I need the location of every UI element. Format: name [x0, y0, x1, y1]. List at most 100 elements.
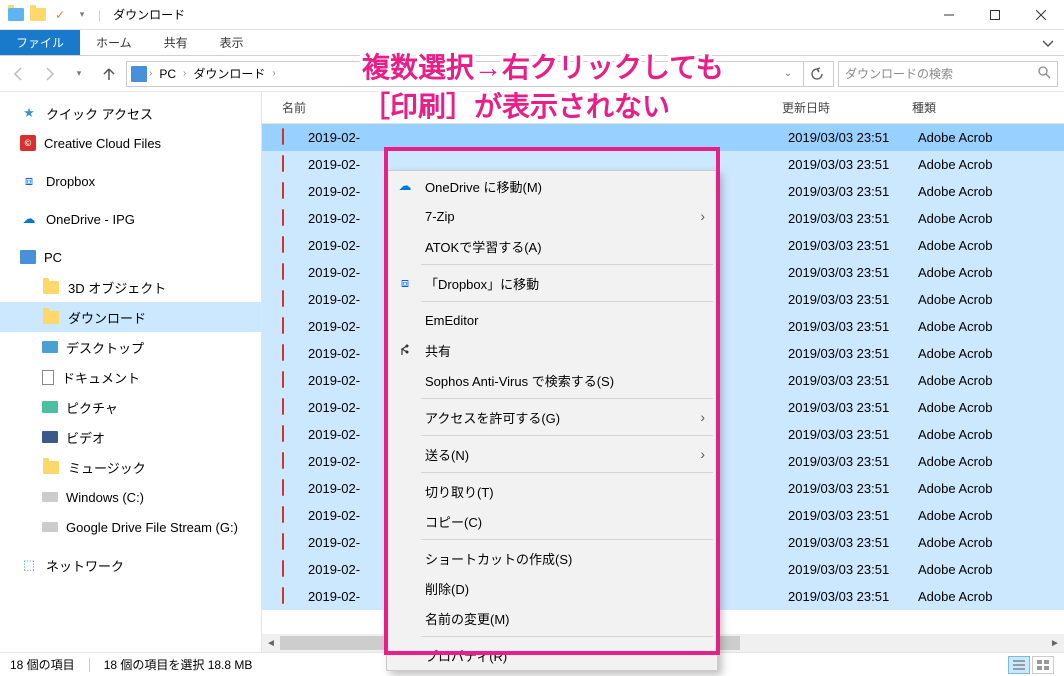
- window-title: ダウンロード: [107, 6, 185, 23]
- tab-view[interactable]: 表示: [204, 30, 260, 55]
- cm-7zip[interactable]: 7-Zip›: [387, 201, 717, 231]
- pdf-icon: [282, 318, 300, 336]
- file-date: 2019/03/03 23:51: [788, 130, 918, 145]
- sidebar-onedrive[interactable]: ☁OneDrive - IPG: [0, 204, 261, 234]
- pdf-icon: [282, 372, 300, 390]
- file-date: 2019/03/03 23:51: [788, 373, 918, 388]
- tab-share[interactable]: 共有: [148, 30, 204, 55]
- cm-cut[interactable]: 切り取り(T): [387, 476, 717, 506]
- recent-dropdown[interactable]: ▾: [66, 61, 92, 87]
- status-separator: [89, 658, 90, 672]
- file-date: 2019/03/03 23:51: [788, 238, 918, 253]
- sidebar-downloads[interactable]: ダウンロード: [0, 302, 261, 332]
- cm-access[interactable]: アクセスを許可する(G)›: [387, 402, 717, 432]
- context-menu: ☁OneDrive に移動(M) 7-Zip› ATOKで学習する(A) ⧈「D…: [386, 170, 718, 671]
- cm-properties[interactable]: プロパティ(R): [387, 640, 717, 670]
- pdf-icon: [282, 399, 300, 417]
- sidebar-creative-cloud[interactable]: ©Creative Cloud Files: [0, 128, 261, 158]
- file-date: 2019/03/03 23:51: [788, 319, 918, 334]
- sidebar-quick-access[interactable]: ★クイック アクセス: [0, 98, 261, 128]
- sidebar-videos[interactable]: ビデオ: [0, 422, 261, 452]
- cm-rename[interactable]: 名前の変更(M): [387, 603, 717, 633]
- address-bar[interactable]: › PC › ダウンロード › ⌄: [126, 61, 834, 87]
- file-type: Adobe Acrob: [918, 427, 1058, 442]
- file-type: Adobe Acrob: [918, 238, 1058, 253]
- sidebar-3d-objects[interactable]: 3D オブジェクト: [0, 272, 261, 302]
- drive-icon: [42, 492, 58, 502]
- cm-delete[interactable]: 削除(D): [387, 573, 717, 603]
- file-type: Adobe Acrob: [918, 130, 1058, 145]
- cm-share[interactable]: 共有: [387, 335, 717, 365]
- crumb-sep-icon: ›: [149, 68, 152, 79]
- titlebar-left: ✓ ▾ | ダウンロード: [0, 5, 185, 25]
- sidebar-pictures[interactable]: ピクチャ: [0, 392, 261, 422]
- search-box[interactable]: ダウンロードの検索: [838, 61, 1058, 87]
- status-selected: 18 個の項目を選択 18.8 MB: [104, 656, 253, 673]
- file-type: Adobe Acrob: [918, 562, 1058, 577]
- file-type: Adobe Acrob: [918, 400, 1058, 415]
- scroll-right-icon[interactable]: ►: [1046, 634, 1064, 652]
- pdf-icon: [282, 507, 300, 525]
- view-details-button[interactable]: [1008, 656, 1030, 674]
- file-type: Adobe Acrob: [918, 184, 1058, 199]
- pdf-icon: [282, 291, 300, 309]
- col-date[interactable]: 更新日時: [782, 99, 912, 116]
- back-button[interactable]: [6, 61, 32, 87]
- pdf-icon: [282, 426, 300, 444]
- sidebar-music[interactable]: ミュージック: [0, 452, 261, 482]
- file-type: Adobe Acrob: [918, 292, 1058, 307]
- crumb-folder[interactable]: ダウンロード: [188, 65, 270, 82]
- minimize-button[interactable]: [926, 0, 972, 30]
- sidebar-gdrive[interactable]: Google Drive File Stream (G:): [0, 512, 261, 542]
- sidebar-pc[interactable]: PC: [0, 242, 261, 272]
- cm-copy[interactable]: コピー(C): [387, 506, 717, 536]
- sidebar-windows-c[interactable]: Windows (C:): [0, 482, 261, 512]
- qat-dropdown-icon[interactable]: ▾: [72, 5, 92, 25]
- tab-home[interactable]: ホーム: [80, 30, 148, 55]
- file-date: 2019/03/03 23:51: [788, 535, 918, 550]
- file-name: 2019-02-: [308, 130, 788, 145]
- cm-emeditor[interactable]: EmEditor: [387, 305, 717, 335]
- documents-icon: [42, 370, 54, 385]
- up-button[interactable]: [96, 61, 122, 87]
- sidebar-desktop[interactable]: デスクトップ: [0, 332, 261, 362]
- cm-separator: [421, 636, 713, 637]
- col-name[interactable]: 名前: [282, 99, 782, 116]
- table-row[interactable]: 2019-02-2019/03/03 23:51Adobe Acrob: [262, 124, 1064, 151]
- cm-dropbox[interactable]: ⧈「Dropbox」に移動: [387, 268, 717, 298]
- file-type: Adobe Acrob: [918, 373, 1058, 388]
- pdf-icon: [282, 237, 300, 255]
- cm-send[interactable]: 送る(N)›: [387, 439, 717, 469]
- cm-atok[interactable]: ATOKで学習する(A): [387, 231, 717, 261]
- cm-onedrive[interactable]: ☁OneDrive に移動(M): [387, 171, 717, 201]
- pdf-icon: [282, 264, 300, 282]
- col-type[interactable]: 種類: [912, 99, 1052, 116]
- folder-icon: [42, 278, 60, 296]
- file-date: 2019/03/03 23:51: [788, 292, 918, 307]
- crumb-pc[interactable]: PC: [154, 67, 181, 81]
- chevron-right-icon: ›: [700, 208, 705, 224]
- sidebar-network[interactable]: ⬚ネットワーク: [0, 550, 261, 580]
- file-date: 2019/03/03 23:51: [788, 589, 918, 604]
- maximize-button[interactable]: [972, 0, 1018, 30]
- close-button[interactable]: [1018, 0, 1064, 30]
- qat-check-icon[interactable]: ✓: [50, 5, 70, 25]
- tab-file[interactable]: ファイル: [0, 30, 80, 55]
- ribbon-expand[interactable]: [1042, 30, 1064, 55]
- ribbon-tabs: ファイル ホーム 共有 表示: [0, 30, 1064, 56]
- scroll-left-icon[interactable]: ◄: [262, 634, 280, 652]
- sidebar-dropbox[interactable]: ⧈Dropbox: [0, 166, 261, 196]
- forward-button[interactable]: [36, 61, 62, 87]
- cm-shortcut[interactable]: ショートカットの作成(S): [387, 543, 717, 573]
- cm-sophos[interactable]: Sophos Anti-Virus で検索する(S): [387, 365, 717, 395]
- cm-separator: [421, 472, 713, 473]
- cc-icon: ©: [20, 135, 36, 151]
- file-type: Adobe Acrob: [918, 319, 1058, 334]
- qat-icon[interactable]: [28, 5, 48, 25]
- refresh-button[interactable]: [803, 61, 829, 87]
- address-dropdown-icon[interactable]: ⌄: [775, 61, 801, 87]
- view-icons-button[interactable]: [1032, 656, 1054, 674]
- sidebar-documents[interactable]: ドキュメント: [0, 362, 261, 392]
- search-icon: [1037, 65, 1051, 82]
- status-item-count: 18 個の項目: [10, 656, 75, 673]
